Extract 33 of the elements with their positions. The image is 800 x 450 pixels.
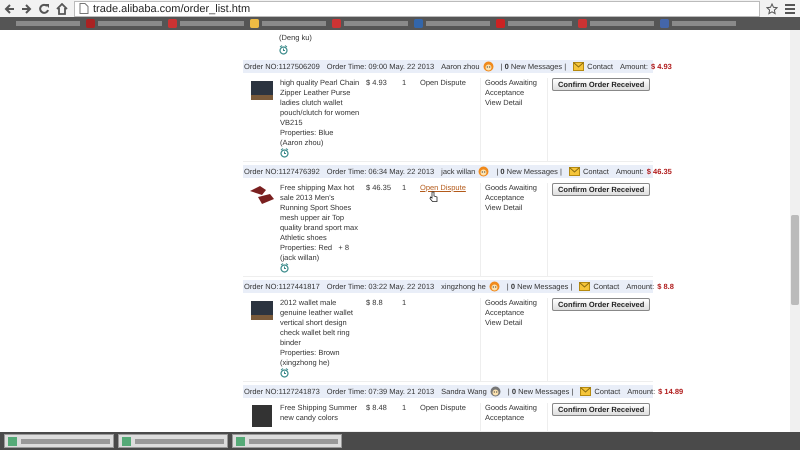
home-icon [56, 2, 68, 14]
scrollbar[interactable] [790, 30, 800, 432]
alarm-clock-icon [280, 263, 289, 273]
download-item[interactable] [4, 434, 114, 448]
alarm-clock-icon [279, 45, 288, 55]
download-item[interactable] [232, 434, 342, 448]
product-photo[interactable] [248, 298, 275, 323]
bookmark-item[interactable] [578, 18, 654, 29]
bookmark-item[interactable] [660, 18, 736, 29]
url-text: trade.alibaba.com/order_list.htm [93, 2, 250, 14]
product-photo[interactable] [248, 78, 275, 103]
star-icon [766, 2, 778, 14]
forward-arrow-icon [21, 2, 32, 14]
bookmark-item[interactable] [332, 18, 408, 29]
download-item[interactable] [118, 434, 228, 448]
back-arrow-icon [4, 2, 15, 14]
page-icon [79, 3, 89, 14]
envelope-icon [579, 282, 590, 291]
bookmark-item[interactable] [414, 18, 490, 29]
bookmark-item[interactable] [496, 18, 572, 29]
envelope-icon [568, 167, 580, 176]
envelope-icon [580, 387, 592, 396]
scrollbar-thumb[interactable] [791, 215, 799, 305]
alarm-clock-icon [280, 368, 289, 378]
address-bar[interactable]: trade.alibaba.com/order_list.htm [74, 0, 760, 16]
bookmark-item[interactable] [168, 18, 244, 29]
reload-icon [38, 2, 50, 14]
bookmark-item[interactable] [250, 18, 326, 29]
hand-cursor-icon [429, 191, 438, 202]
bookmark-item[interactable] [86, 18, 162, 29]
envelope-icon [573, 62, 584, 71]
menu-icon [784, 2, 796, 14]
alarm-clock-icon [280, 148, 289, 158]
